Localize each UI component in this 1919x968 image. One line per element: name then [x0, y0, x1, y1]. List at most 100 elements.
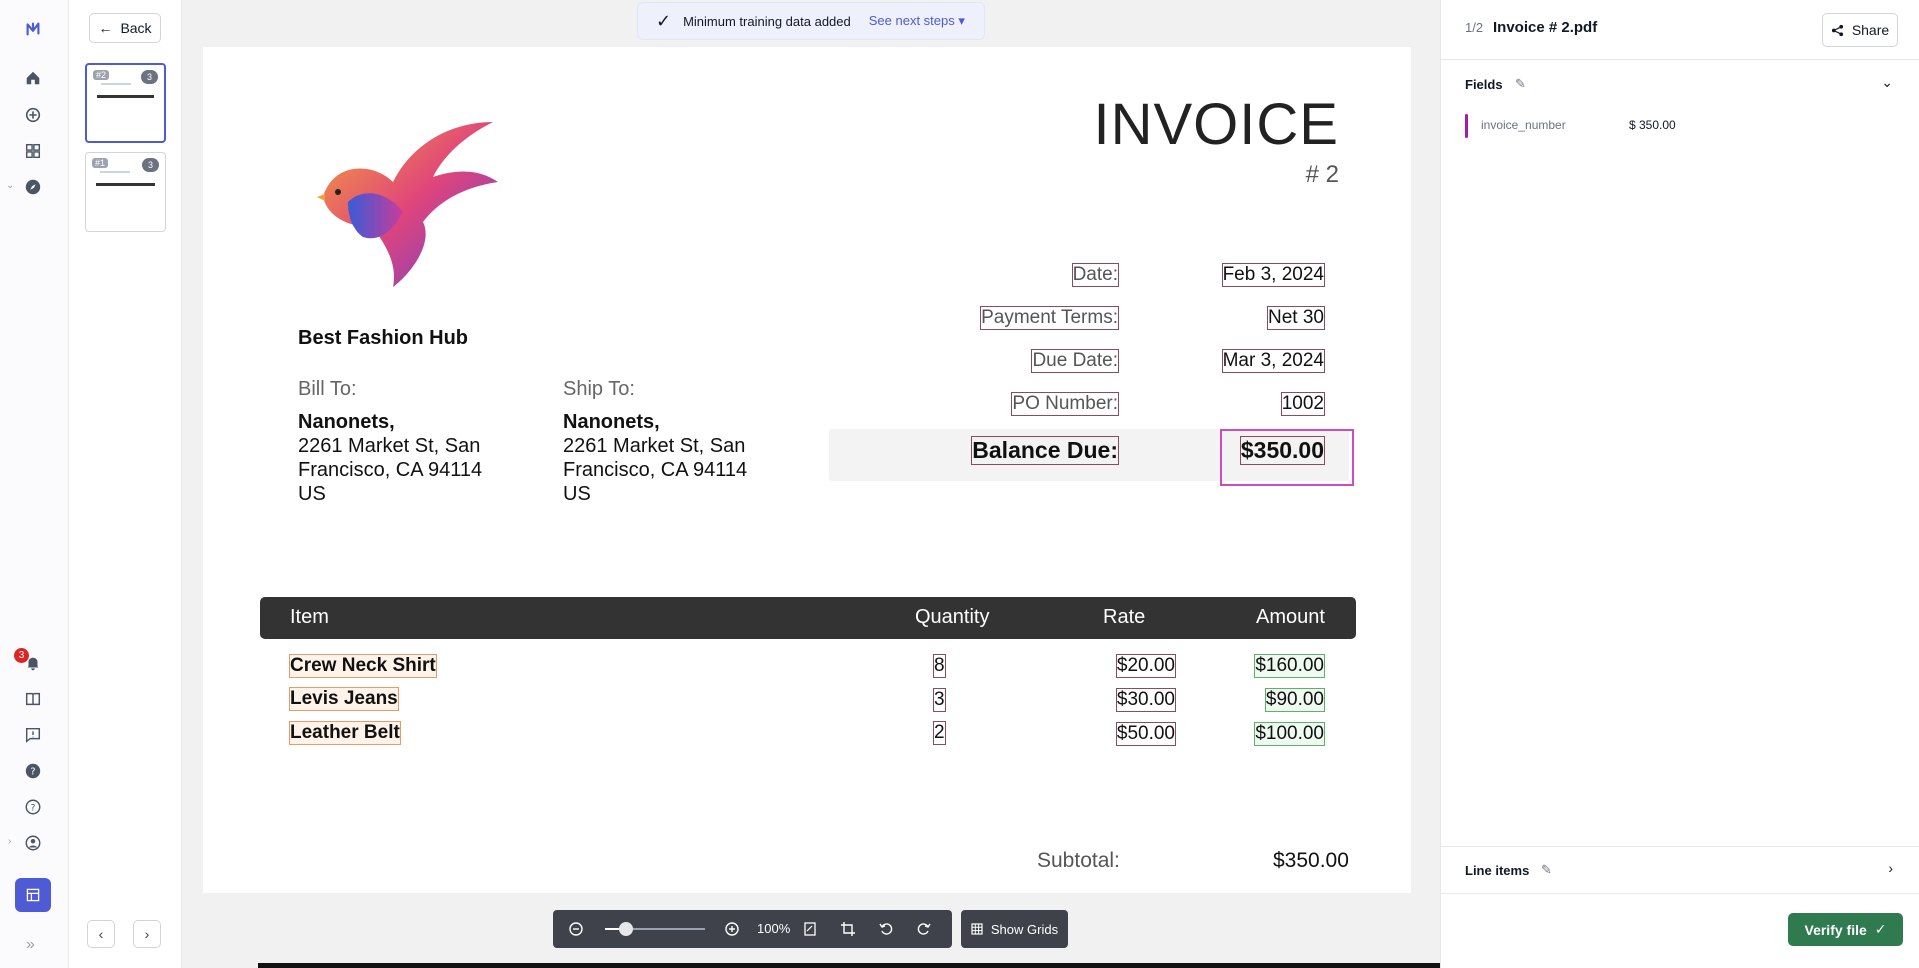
help-icon[interactable]: ?: [18, 756, 48, 786]
pencil-icon[interactable]: ✎: [1515, 76, 1526, 92]
header-quantity: Quantity: [915, 606, 990, 628]
payment-terms-label[interactable]: Payment Terms:: [980, 306, 1119, 330]
prev-page-button[interactable]: ‹: [87, 920, 115, 948]
fit-page-icon[interactable]: [801, 920, 819, 938]
subtotal-label: Subtotal:: [1037, 849, 1120, 872]
po-number-label[interactable]: PO Number:: [1011, 392, 1119, 416]
notification-badge: 3: [14, 648, 29, 663]
balance-due-label[interactable]: Balance Due:: [971, 436, 1119, 465]
row-qty[interactable]: 2: [933, 721, 946, 745]
home-icon[interactable]: [18, 63, 48, 93]
feedback-icon[interactable]: [18, 720, 48, 750]
header-item: Item: [290, 606, 329, 628]
fields-section-title: Fields: [1465, 77, 1503, 92]
bill-to-line: Francisco, CA 94114: [298, 459, 483, 481]
field-name[interactable]: invoice_number: [1481, 118, 1566, 132]
chevron-right-icon[interactable]: ›: [1888, 860, 1893, 876]
row-rate[interactable]: $30.00: [1115, 688, 1177, 712]
left-rail: ⌄ 3 ? ? › »: [0, 0, 69, 968]
grid-icon[interactable]: [15, 878, 51, 912]
selected-field-box[interactable]: [1220, 429, 1354, 486]
compass-icon[interactable]: [18, 172, 48, 202]
page-thumbnails: ← Back #2 3 #1 3 ‹ ›: [69, 0, 182, 968]
ship-to-label: Ship To:: [563, 378, 635, 400]
crop-icon[interactable]: [839, 920, 857, 938]
thumb-preview: [97, 95, 154, 98]
check-icon: ✓: [1874, 921, 1887, 937]
row-item[interactable]: Levis Jeans: [289, 687, 399, 711]
due-date-value[interactable]: Mar 3, 2024: [1221, 349, 1326, 373]
thumbnail-page-1[interactable]: #2 3: [85, 63, 166, 143]
svg-text:?: ?: [31, 804, 36, 814]
chevron-left-icon: ‹: [98, 926, 104, 942]
next-page-button[interactable]: ›: [133, 920, 161, 948]
field-value[interactable]: $ 350.00: [1629, 118, 1676, 132]
zoom-out-icon[interactable]: [567, 920, 585, 938]
field-color-bar: [1465, 114, 1468, 138]
thumb-preview: [96, 183, 155, 186]
chevron-down-icon[interactable]: ⌄: [6, 180, 14, 191]
payment-terms-value[interactable]: Net 30: [1267, 306, 1325, 330]
row-amount[interactable]: $100.00: [1254, 722, 1325, 746]
row-qty[interactable]: 8: [933, 654, 946, 678]
header-amount: Amount: [1256, 606, 1325, 628]
invoice-title: INVOICE: [1093, 92, 1339, 157]
bill-to-label: Bill To:: [298, 378, 357, 400]
due-date-label[interactable]: Due Date:: [1031, 349, 1119, 373]
row-qty[interactable]: 3: [933, 688, 946, 712]
invoice-page: INVOICE # 2 Best Fashion Hub Bill To: Na…: [203, 47, 1411, 893]
expand-icon[interactable]: »: [26, 936, 35, 954]
verify-file-button[interactable]: Verify file ✓: [1788, 913, 1903, 946]
zoom-toolbar: 100%: [553, 910, 952, 948]
check-icon: ✓: [656, 10, 672, 31]
ship-to-line: US: [563, 483, 591, 505]
see-next-steps-link[interactable]: See next steps ▾: [869, 13, 965, 29]
panel-header: 1/2 Invoice # 2.pdf Share: [1441, 0, 1919, 60]
items-table-header: Item Quantity Rate Amount: [260, 597, 1356, 639]
thumbnail-page-2[interactable]: #1 3: [85, 152, 166, 232]
question-icon[interactable]: ?: [18, 792, 48, 822]
thumb-preview: [100, 171, 130, 173]
date-value[interactable]: Feb 3, 2024: [1221, 263, 1326, 287]
apps-icon[interactable]: [18, 136, 48, 166]
zoom-in-icon[interactable]: [723, 920, 741, 938]
user-icon[interactable]: [18, 828, 48, 858]
arrow-left-icon: ←: [98, 20, 113, 36]
thumb-preview: [101, 83, 131, 85]
rotate-left-icon[interactable]: [877, 920, 895, 938]
share-button[interactable]: Share: [1822, 13, 1898, 47]
row-rate[interactable]: $20.00: [1115, 654, 1177, 678]
po-number-value[interactable]: 1002: [1280, 392, 1326, 416]
nanonets-logo-icon[interactable]: [18, 14, 48, 44]
book-icon[interactable]: [18, 684, 48, 714]
divider: [1441, 846, 1919, 847]
header-rate: Rate: [1103, 606, 1146, 628]
divider: [1441, 893, 1919, 894]
ship-to-line: Francisco, CA 94114: [563, 459, 748, 481]
chevron-right-icon: ›: [144, 926, 150, 942]
bill-to-name: Nanonets,: [298, 411, 395, 433]
row-item[interactable]: Crew Neck Shirt: [289, 654, 437, 678]
back-button[interactable]: ← Back: [89, 13, 161, 43]
date-label[interactable]: Date:: [1071, 263, 1120, 287]
show-grids-button[interactable]: Show Grids: [961, 910, 1068, 948]
add-circle-icon[interactable]: [18, 100, 48, 130]
document-canvas: INVOICE # 2 Best Fashion Hub Bill To: Na…: [182, 0, 1440, 968]
row-item[interactable]: Leather Belt: [289, 721, 401, 745]
bill-to-line: US: [298, 483, 326, 505]
chevron-right-icon[interactable]: ›: [8, 836, 11, 847]
grid-icon: [971, 923, 983, 935]
row-amount[interactable]: $160.00: [1254, 654, 1325, 678]
zoom-level: 100%: [757, 921, 791, 936]
chevron-down-icon[interactable]: ⌄: [1881, 74, 1893, 91]
row-rate[interactable]: $50.00: [1115, 722, 1177, 746]
zoom-slider-handle[interactable]: [619, 922, 633, 936]
bill-to-line: 2261 Market St, San: [298, 435, 481, 457]
line-items-section-title: Line items: [1465, 863, 1530, 878]
row-amount[interactable]: $90.00: [1264, 688, 1326, 712]
share-icon: [1831, 24, 1843, 36]
rotate-right-icon[interactable]: [915, 920, 933, 938]
toast-message: Minimum training data added: [683, 13, 851, 29]
ship-to-line: 2261 Market St, San: [563, 435, 746, 457]
pencil-icon[interactable]: ✎: [1541, 862, 1552, 878]
